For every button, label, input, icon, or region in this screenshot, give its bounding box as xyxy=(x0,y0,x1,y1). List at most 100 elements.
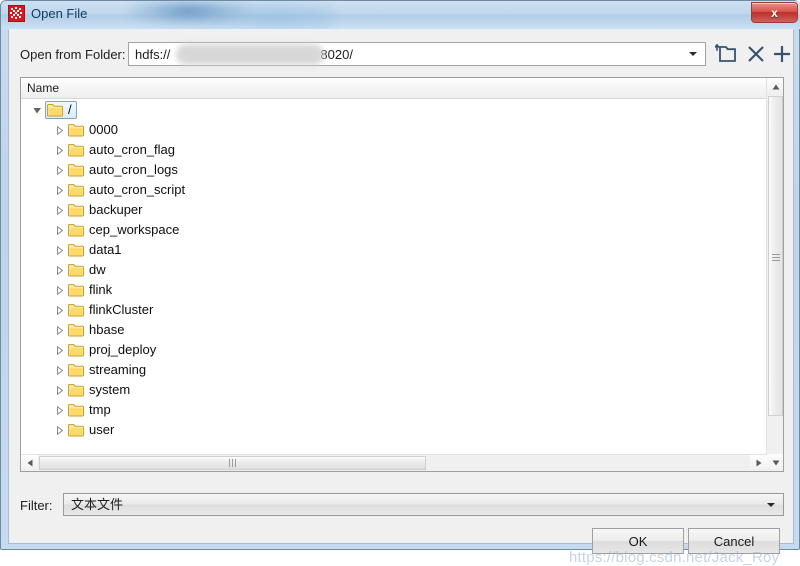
folder-icon xyxy=(68,363,84,377)
folder-path-combobox[interactable]: hdfs:// 8020/ xyxy=(128,42,706,66)
tree-node-0000[interactable]: 0000 xyxy=(67,121,122,139)
folder-path-prefix: hdfs:// xyxy=(135,47,171,62)
tree-node-label: flink xyxy=(89,282,113,297)
tree-horizontal-scrollbar[interactable] xyxy=(21,454,767,471)
tree-vertical-scrollbar[interactable] xyxy=(766,78,783,471)
tree-row[interactable]: proj_deploy xyxy=(21,340,767,360)
tree-row[interactable]: user xyxy=(21,420,767,440)
tree-row[interactable]: / xyxy=(21,100,767,120)
tree-row[interactable]: cep_workspace xyxy=(21,220,767,240)
twisty-collapsed-icon[interactable] xyxy=(51,142,67,158)
folder-icon xyxy=(68,123,84,137)
ok-button-label: OK xyxy=(628,533,648,549)
folder-icon xyxy=(68,323,84,337)
tree-row[interactable]: auto_cron_flag xyxy=(21,140,767,160)
tree-node-auto_cron_logs[interactable]: auto_cron_logs xyxy=(67,161,182,179)
folder-icon xyxy=(68,343,84,357)
tree-node-label: cep_workspace xyxy=(89,222,180,237)
scrollbar-grip-icon xyxy=(229,459,237,467)
tree-node-flinkCluster[interactable]: flinkCluster xyxy=(67,301,157,319)
folder-icon xyxy=(47,103,63,117)
twisty-collapsed-icon[interactable] xyxy=(51,362,67,378)
cancel-button-label: Cancel xyxy=(713,533,755,549)
folder-icon xyxy=(68,383,84,397)
twisty-collapsed-icon[interactable] xyxy=(51,322,67,338)
scroll-left-arrow-icon[interactable] xyxy=(21,455,38,471)
tree-row[interactable]: backuper xyxy=(21,200,767,220)
tree-node-tmp[interactable]: tmp xyxy=(67,401,115,419)
close-button[interactable]: x xyxy=(751,2,798,23)
folder-up-icon[interactable] xyxy=(713,40,739,68)
tree-node-proj_deploy[interactable]: proj_deploy xyxy=(67,341,160,359)
tree-horizontal-scrollbar-thumb[interactable] xyxy=(39,456,426,470)
twisty-collapsed-icon[interactable] xyxy=(51,222,67,238)
twisty-collapsed-icon[interactable] xyxy=(51,422,67,438)
tree-node-cep_workspace[interactable]: cep_workspace xyxy=(67,221,183,239)
new-plus-icon[interactable] xyxy=(769,40,795,68)
scrollbar-grip-icon xyxy=(771,252,780,261)
tree-node-label: flinkCluster xyxy=(89,302,154,317)
dialog-client-area: Open from Folder: hdfs://8020/ Name / 00… xyxy=(8,29,795,566)
twisty-collapsed-icon[interactable] xyxy=(51,162,67,178)
tree-row[interactable]: flink xyxy=(21,280,767,300)
file-tree-panel: Name / 0000 auto_cron_flag auto_cron_logsau… xyxy=(20,77,784,472)
folder-icon xyxy=(68,243,84,257)
tree-node-data1[interactable]: data1 xyxy=(67,241,126,259)
tree-row[interactable]: data1 xyxy=(21,240,767,260)
folder-path-suffix: 8020/ xyxy=(320,47,353,62)
chevron-down-icon[interactable] xyxy=(685,43,701,65)
tree-node-auto_cron_flag[interactable]: auto_cron_flag xyxy=(67,141,179,159)
filter-row: Filter: 文本文件 xyxy=(9,491,795,521)
tree-node-flink[interactable]: flink xyxy=(67,281,116,299)
chevron-down-icon[interactable] xyxy=(765,494,777,515)
tree-row[interactable]: 0000 xyxy=(21,120,767,140)
tree-row[interactable]: hbase xyxy=(21,320,767,340)
folder-icon xyxy=(68,263,84,277)
tree-node-hbase[interactable]: hbase xyxy=(67,321,128,339)
tree-node-system[interactable]: system xyxy=(67,381,134,399)
file-tree-body[interactable]: / 0000 auto_cron_flag auto_cron_logs auto_cr… xyxy=(21,100,767,453)
tree-row[interactable]: streaming xyxy=(21,360,767,380)
tree-node-backuper[interactable]: backuper xyxy=(67,201,146,219)
open-file-dialog-window: Open File x Open from Folder: hdfs:// 802… xyxy=(0,0,800,566)
tree-row[interactable]: system xyxy=(21,380,767,400)
tree-row[interactable]: tmp xyxy=(21,400,767,420)
tree-row[interactable]: auto_cron_logs xyxy=(21,160,767,180)
tree-node-label: auto_cron_flag xyxy=(89,142,176,157)
tree-row[interactable]: dw xyxy=(21,260,767,280)
twisty-collapsed-icon[interactable] xyxy=(51,202,67,218)
tree-node-label: auto_cron_logs xyxy=(89,162,178,177)
delete-x-icon[interactable] xyxy=(743,40,769,68)
tree-node-root[interactable]: / xyxy=(45,101,77,119)
twisty-collapsed-icon[interactable] xyxy=(51,282,67,298)
cancel-button[interactable]: Cancel xyxy=(688,528,780,554)
ok-button[interactable]: OK xyxy=(592,528,684,554)
title-bar-redaction-blur xyxy=(129,1,334,29)
twisty-collapsed-icon[interactable] xyxy=(51,302,67,318)
scroll-down-arrow-icon[interactable] xyxy=(767,454,783,471)
filter-combobox[interactable]: 文本文件 xyxy=(63,493,784,516)
tree-node-streaming[interactable]: streaming xyxy=(67,361,150,379)
twisty-collapsed-icon[interactable] xyxy=(51,122,67,138)
tree-node-dw[interactable]: dw xyxy=(67,261,110,279)
tree-row[interactable]: auto_cron_script xyxy=(21,180,767,200)
twisty-collapsed-icon[interactable] xyxy=(51,262,67,278)
twisty-expanded-icon[interactable] xyxy=(29,102,45,118)
tree-row[interactable]: flinkCluster xyxy=(21,300,767,320)
folder-icon xyxy=(68,223,84,237)
folder-icon xyxy=(68,203,84,217)
twisty-collapsed-icon[interactable] xyxy=(51,402,67,418)
folder-icon xyxy=(68,303,84,317)
tree-node-user[interactable]: user xyxy=(67,421,118,439)
twisty-collapsed-icon[interactable] xyxy=(51,342,67,358)
tree-node-auto_cron_script[interactable]: auto_cron_script xyxy=(67,181,189,199)
tree-vertical-scrollbar-thumb[interactable] xyxy=(768,96,783,416)
twisty-collapsed-icon[interactable] xyxy=(51,382,67,398)
title-bar[interactable]: Open File x xyxy=(1,1,800,29)
scroll-right-arrow-icon[interactable] xyxy=(750,455,767,471)
twisty-collapsed-icon[interactable] xyxy=(51,242,67,258)
tree-node-label: data1 xyxy=(89,242,122,257)
twisty-collapsed-icon[interactable] xyxy=(51,182,67,198)
scroll-up-arrow-icon[interactable] xyxy=(767,78,783,95)
tree-column-header-name[interactable]: Name xyxy=(21,78,767,99)
